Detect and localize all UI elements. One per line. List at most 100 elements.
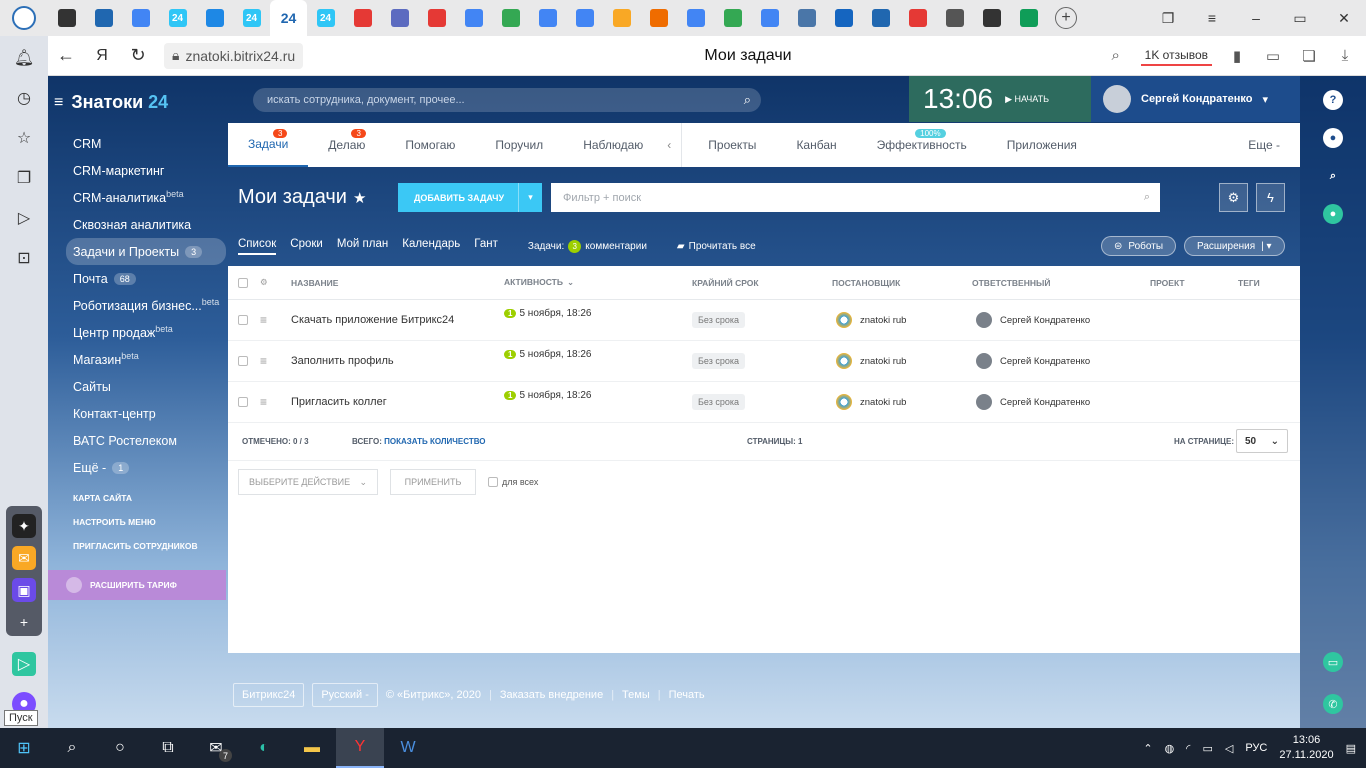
tab-3[interactable]: Поручил (475, 123, 563, 167)
menu-item[interactable]: Почта 68 (66, 265, 226, 292)
menu-link[interactable]: КАРТА САЙТА (48, 486, 228, 510)
row-checkbox[interactable] (238, 397, 248, 407)
language-select[interactable]: Русский - (312, 683, 378, 707)
url-field[interactable]: 🔒︎ znatoki.bitrix24.ru (164, 42, 304, 69)
tab-0[interactable]: Задачи 3 (228, 123, 309, 167)
more-tabs-button[interactable]: Еще - (1248, 138, 1300, 152)
task-responsible[interactable]: Сергей Кондратенко (976, 312, 1090, 328)
view-tab[interactable]: Список (238, 238, 277, 255)
for-all-checkbox[interactable]: для всех (488, 477, 538, 487)
clock[interactable]: 13:06 27.11.2020 (1279, 733, 1333, 763)
browser-tab[interactable] (899, 0, 936, 36)
checkbox[interactable] (488, 477, 498, 487)
notifications-icon[interactable]: ▤ (1346, 742, 1356, 755)
new-tab-button[interactable]: + (1055, 7, 1077, 29)
send-icon[interactable]: ▷ (12, 652, 36, 676)
browser-tab[interactable] (973, 0, 1010, 36)
browser-tab[interactable] (825, 0, 862, 36)
browser-tab[interactable] (455, 0, 492, 36)
browser-tab[interactable] (862, 0, 899, 36)
row-menu-icon[interactable]: ≡ (260, 354, 267, 368)
menu-item[interactable]: Магазинbeta (66, 346, 226, 373)
contacts-icon[interactable]: ● (1323, 204, 1343, 224)
read-all-button[interactable]: ▰ Прочитать все (677, 241, 756, 252)
chevron-left-icon[interactable]: ‹ (663, 138, 675, 152)
browser-tab[interactable] (640, 0, 677, 36)
reload-icon[interactable]: ↻ (120, 36, 156, 76)
search-icon[interactable]: ⌕ (744, 92, 751, 108)
column-header[interactable]: ПРОЕКТ (1150, 278, 1185, 288)
menu-item[interactable]: CRM-аналитикаbeta (66, 184, 226, 211)
tab-4[interactable]: Наблюдаю (563, 123, 663, 167)
task-title[interactable]: Скачать приложение Битрикс24 (291, 314, 454, 326)
star-icon[interactable]: ★ (353, 189, 366, 207)
task-view-icon[interactable]: ⧉ (144, 728, 192, 768)
help-icon[interactable]: ? (1323, 90, 1343, 110)
yandex-browser-icon[interactable]: Y (336, 728, 384, 768)
menu-item[interactable]: CRM (66, 130, 226, 157)
column-header[interactable]: НАЗВАНИЕ (291, 278, 338, 288)
view-tab[interactable]: Мой план (337, 238, 388, 255)
menu-item[interactable]: ВАТС Ростелеком (66, 427, 226, 454)
gear-icon[interactable]: ⚙ (260, 277, 268, 288)
menu-item[interactable]: Роботизация бизнес...beta (66, 292, 226, 319)
browser-tab[interactable] (122, 0, 159, 36)
view-tab[interactable]: Гант (474, 238, 498, 255)
print-link[interactable]: Печать (669, 689, 705, 701)
header-search-input[interactable]: искать сотрудника, документ, прочее... ⌕ (253, 88, 761, 112)
timeman-widget[interactable]: 13:06 ▶ НАЧАТЬ (909, 76, 1091, 122)
star-icon[interactable]: ☆ (12, 126, 36, 150)
browser-tab[interactable] (566, 0, 603, 36)
search-icon[interactable]: ⌕ (1105, 45, 1127, 67)
explorer-icon[interactable]: ▬ (288, 728, 336, 768)
column-header[interactable]: КРАЙНИЙ СРОК (692, 278, 759, 288)
browser-tab[interactable] (714, 0, 751, 36)
column-header[interactable]: ТЕГИ (1238, 278, 1260, 288)
add-task-button[interactable]: ДОБАВИТЬ ЗАДАЧУ ▾ (398, 183, 542, 212)
browser-tab[interactable] (936, 0, 973, 36)
browser-tab[interactable] (677, 0, 714, 36)
history-icon[interactable]: ◷ (12, 86, 36, 110)
extensions-icon[interactable]: ❏ (1298, 45, 1320, 67)
apply-button[interactable]: ПРИМЕНИТЬ (390, 469, 476, 495)
task-creator[interactable]: znatoki rub (836, 312, 906, 328)
start-workday-button[interactable]: ▶ НАЧАТЬ (1005, 94, 1049, 105)
view-tab[interactable]: Сроки (290, 238, 323, 255)
battery-icon[interactable]: ▭ (1202, 742, 1212, 755)
word-icon[interactable]: W (384, 728, 432, 768)
themes-link[interactable]: Темы (622, 689, 650, 701)
keyboard-language[interactable]: РУС (1245, 742, 1267, 754)
search-icon[interactable]: ⌕ (1144, 191, 1150, 204)
tab-1[interactable]: Делаю 3 (308, 123, 385, 167)
browser-tab[interactable] (603, 0, 640, 36)
select-all-checkbox[interactable] (238, 277, 248, 288)
order-implementation-link[interactable]: Заказать внедрение (500, 689, 603, 701)
close-button[interactable]: ✕ (1322, 0, 1366, 36)
collections-icon[interactable]: ❐ (12, 166, 36, 190)
user-menu[interactable]: Сергей Кондратенко ▾ (1091, 76, 1300, 122)
lightning-button[interactable]: ϟ (1256, 183, 1285, 212)
browser-tab[interactable]: 24 (233, 0, 270, 36)
volume-icon[interactable]: ◁ (1225, 742, 1233, 755)
browser-tab[interactable] (344, 0, 381, 36)
search-icon[interactable]: ⌕ (48, 728, 96, 768)
settings-button[interactable]: ⚙ (1219, 183, 1248, 212)
browser-tab[interactable]: 24 (159, 0, 196, 36)
browser-tab[interactable] (48, 0, 85, 36)
table-row[interactable]: ≡ Заполнить профиль 1 5 ноября, 18:26 Без ср… (228, 341, 1300, 382)
task-creator[interactable]: znatoki rub (836, 353, 906, 369)
battery-icon[interactable]: ▭ (1262, 45, 1284, 67)
tab-1[interactable]: Канбан (776, 123, 856, 167)
comments-counter[interactable]: Задачи: 3 комментарии (528, 239, 647, 253)
task-responsible[interactable]: Сергей Кондратенко (976, 353, 1090, 369)
tabs-list-icon[interactable]: ❐ (1146, 0, 1190, 36)
browser-tab[interactable] (85, 0, 122, 36)
menu-link[interactable]: НАСТРОИТЬ МЕНЮ (48, 510, 228, 534)
chevron-down-icon[interactable]: ▾ (518, 183, 542, 212)
extend-tariff-button[interactable]: РАСШИРИТЬ ТАРИФ (48, 570, 226, 600)
chevron-up-icon[interactable]: ⌃ (1143, 742, 1152, 755)
bell-icon[interactable]: 🔔︎ (12, 46, 36, 70)
menu-item[interactable]: Центр продажbeta (66, 319, 226, 346)
browser-tab[interactable] (788, 0, 825, 36)
task-title[interactable]: Пригласить коллег (291, 396, 387, 408)
